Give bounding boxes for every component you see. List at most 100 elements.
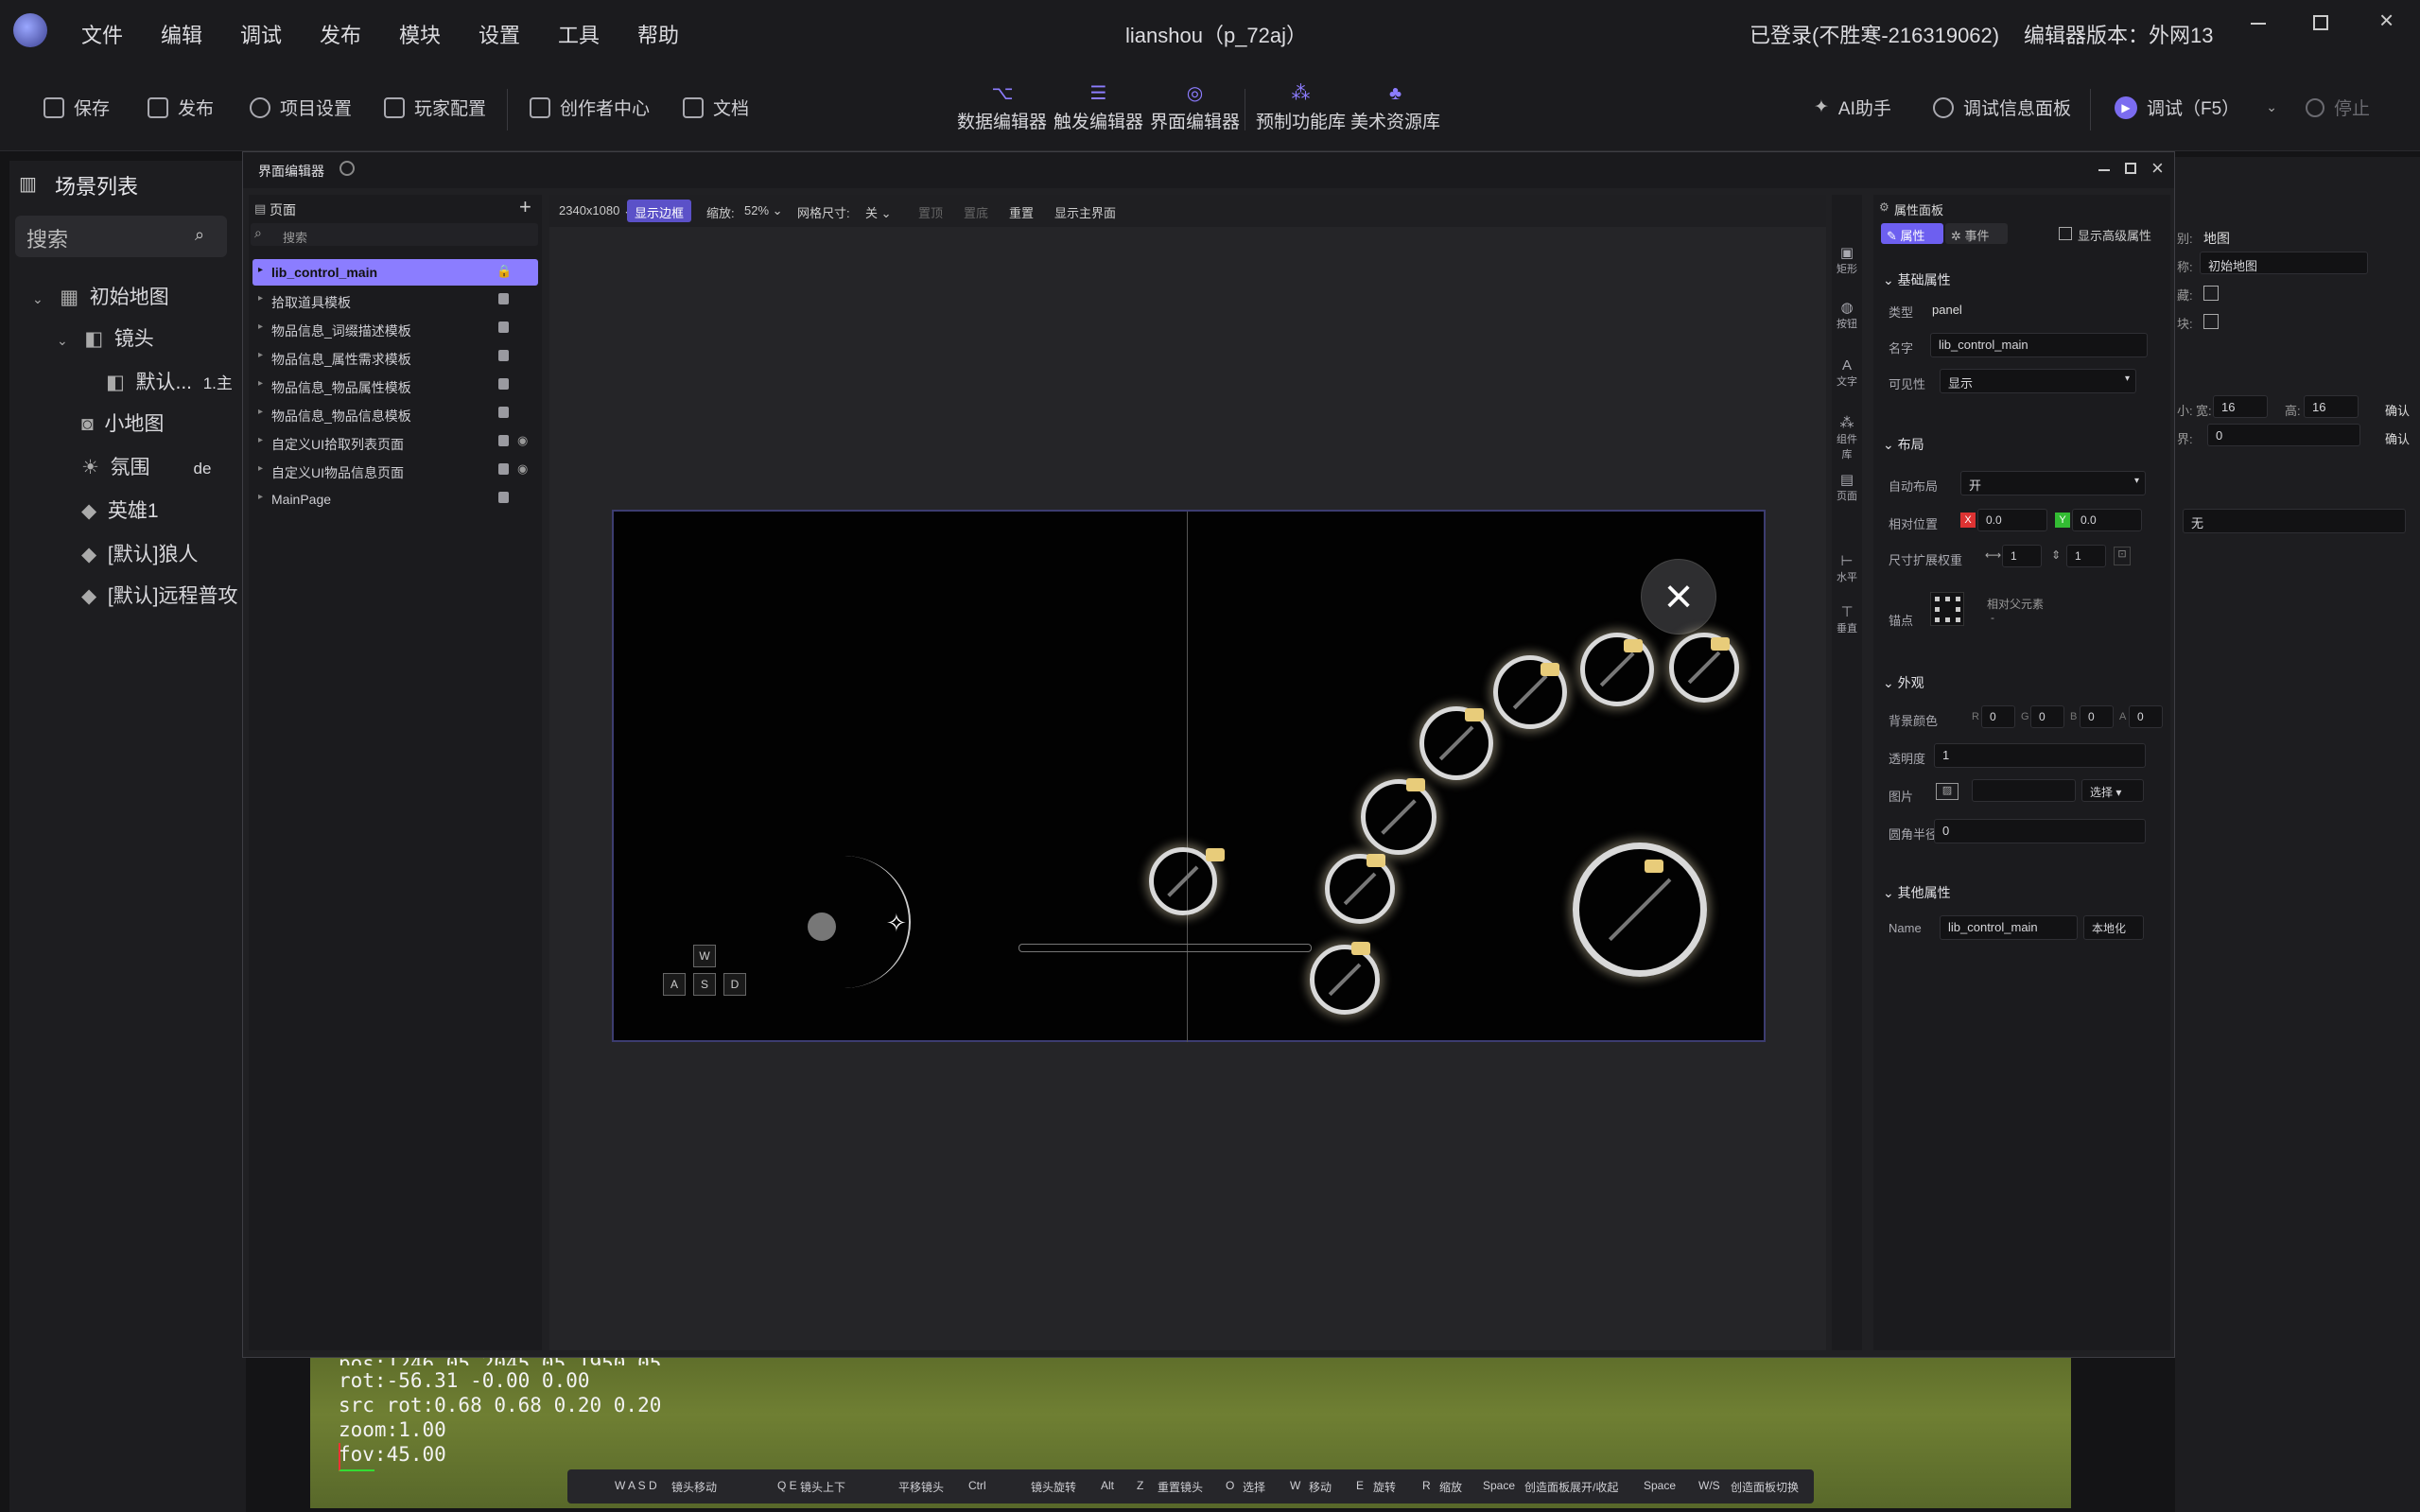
close-icon[interactable]: × <box>2379 6 2394 35</box>
art-lib-button[interactable]: ♣ 美术资源库 <box>1350 83 1440 133</box>
resolution-select[interactable]: 2340x1080 ⌄ <box>559 203 634 218</box>
auto-layout-select[interactable]: 开 ▾ <box>1960 471 2146 495</box>
page-item[interactable]: ▸ 自定义UI拾取列表页面 ◉ <box>252 429 538 456</box>
weight-w-input[interactable]: 1 <box>2002 545 2042 567</box>
page-item[interactable]: ▸ 自定义UI物品信息页面 ◉ <box>252 458 538 484</box>
attack-button[interactable] <box>1573 843 1707 977</box>
page-item[interactable]: ▸ 物品信息_属性需求模板 <box>252 344 538 371</box>
eye-icon[interactable]: ◉ <box>517 461 528 477</box>
menu-module[interactable]: 模块 <box>399 19 441 49</box>
page-widget-button[interactable]: ▤ 页面 <box>1832 471 1862 503</box>
player-config-button[interactable]: 玩家配置 <box>384 95 486 120</box>
creator-center-button[interactable]: 创作者中心 <box>530 95 650 120</box>
skill-slot[interactable] <box>1580 633 1654 706</box>
tree-item-minimap[interactable]: ◙ 小地图 <box>81 408 164 437</box>
tree-item-initial-map[interactable]: ⌄ ▦ 初始地图 <box>32 282 169 310</box>
bring-top-button[interactable]: 置顶 <box>918 203 943 221</box>
save-button[interactable]: 保存 <box>44 95 110 120</box>
lock-icon[interactable] <box>498 435 509 446</box>
add-page-icon[interactable]: + <box>519 195 531 219</box>
select-none[interactable]: 无 <box>2183 509 2406 533</box>
maximize-icon[interactable] <box>2313 15 2328 30</box>
align-horizontal-button[interactable]: ⊢ 水平 <box>1832 552 1862 584</box>
page-item[interactable]: ▸ 物品信息_物品信息模板 <box>252 401 538 427</box>
send-bottom-button[interactable]: 置底 <box>964 203 988 221</box>
reset-button[interactable]: 重置 <box>1009 203 1034 221</box>
align-vertical-button[interactable]: ⊤ 垂直 <box>1832 603 1862 635</box>
chevron-right-icon[interactable]: ▸ <box>258 350 263 360</box>
hidden-checkbox[interactable] <box>2203 286 2219 301</box>
menu-settings[interactable]: 设置 <box>479 19 520 49</box>
minimize-icon[interactable] <box>2098 169 2110 171</box>
map-name-input[interactable]: 初始地图 <box>2200 252 2368 274</box>
dialog-titlebar[interactable]: 界面编辑器 × <box>243 152 2174 188</box>
page-item[interactable]: ▸ 拾取道具模板 <box>252 287 538 314</box>
scene-search-input[interactable]: 搜索 ⌕ <box>15 216 227 257</box>
button-widget-button[interactable]: ◍ 按钮 <box>1832 299 1862 331</box>
opacity-input[interactable]: 1 <box>1934 743 2146 768</box>
debug-run-button[interactable]: ▶ 调试（F5） ⌄ <box>2115 95 2277 120</box>
publish-button[interactable]: 发布 <box>148 95 214 120</box>
b-input[interactable]: 0 <box>2080 705 2114 728</box>
visibility-select[interactable]: 显示 ▾ <box>1940 369 2136 393</box>
page-item[interactable]: ▸ 物品信息_物品属性模板 <box>252 373 538 399</box>
pos-y-input[interactable]: 0.0 <box>2072 509 2142 531</box>
lock-ratio-icon[interactable]: ⊡ <box>2114 547 2131 565</box>
lock-icon[interactable] <box>498 293 509 304</box>
maximize-icon[interactable] <box>2125 163 2136 174</box>
section-other[interactable]: ⌄ 其他属性 <box>1883 883 1951 902</box>
tree-item-default-camera[interactable]: ◧ 默认... 1.主 <box>106 367 233 395</box>
pos-x-input[interactable]: 0.0 <box>1977 509 2047 531</box>
ui-editor-button[interactable]: ◎ 界面编辑器 <box>1150 83 1240 133</box>
a-input[interactable]: 0 <box>2129 705 2163 728</box>
eye-icon[interactable]: ◉ <box>517 433 528 448</box>
localize-button[interactable]: 本地化 <box>2083 915 2144 940</box>
lock-icon[interactable] <box>498 463 509 475</box>
search-icon[interactable]: ⌕ <box>195 225 204 245</box>
lock-icon[interactable] <box>498 492 509 503</box>
debug-panel-button[interactable]: 调试信息面板 <box>1933 95 2071 120</box>
chevron-down-icon[interactable]: ⌄ <box>2266 99 2277 115</box>
page-item[interactable]: ▸ 物品信息_词缀描述模板 <box>252 316 538 342</box>
docs-button[interactable]: 文档 <box>683 95 749 120</box>
rect-widget-button[interactable]: ▣ 矩形 <box>1832 244 1862 276</box>
tab-properties[interactable]: ✎ 属性 <box>1881 223 1943 244</box>
skill-slot[interactable] <box>1310 945 1380 1015</box>
menu-help[interactable]: 帮助 <box>637 19 679 49</box>
help-icon[interactable] <box>339 161 355 176</box>
canvas-area[interactable]: 2340x1080 ⌄ 显示边框 缩放: 52% ⌄ 网格尺寸: 关 ⌄ 置顶 … <box>549 195 1826 1350</box>
lock-icon[interactable] <box>498 378 509 390</box>
height-input[interactable]: 16 <box>2304 395 2359 418</box>
width-input[interactable]: 16 <box>2213 395 2268 418</box>
chevron-right-icon[interactable]: ▸ <box>258 322 263 332</box>
chevron-right-icon[interactable]: ▸ <box>258 265 263 275</box>
joystick-knob[interactable] <box>808 912 836 941</box>
chevron-right-icon[interactable]: ▸ <box>258 378 263 389</box>
text-widget-button[interactable]: A 文字 <box>1832 357 1862 389</box>
weight-h-input[interactable]: 1 <box>2066 545 2106 567</box>
grid-select[interactable]: 关 ⌄ <box>865 203 892 221</box>
skill-slot[interactable] <box>1361 779 1436 855</box>
tree-item-camera[interactable]: ⌄ ◧ 镜头 <box>57 323 154 352</box>
chevron-right-icon[interactable]: ▸ <box>258 293 263 304</box>
lock-icon[interactable] <box>498 350 509 361</box>
show-border-toggle[interactable]: 显示边框 <box>627 200 692 222</box>
chevron-right-icon[interactable]: ▸ <box>258 435 263 445</box>
r-input[interactable]: 0 <box>1981 705 2015 728</box>
project-settings-button[interactable]: 项目设置 <box>250 95 352 120</box>
lock-icon[interactable] <box>498 407 509 418</box>
section-appearance[interactable]: ⌄ 外观 <box>1883 673 1924 692</box>
section-layout[interactable]: ⌄ 布局 <box>1883 435 1924 454</box>
radius-input[interactable]: 0 <box>1934 819 2146 843</box>
menu-tools[interactable]: 工具 <box>558 19 600 49</box>
chevron-down-icon[interactable]: ⌄ <box>57 333 68 348</box>
close-button-widget[interactable]: × <box>1641 559 1716 634</box>
chevron-down-icon[interactable]: ⌄ <box>32 291 44 306</box>
close-icon[interactable]: × <box>2151 156 2164 181</box>
show-main-button[interactable]: 显示主界面 <box>1054 203 1116 221</box>
section-basic[interactable]: ⌄ 基础属性 <box>1883 270 1951 289</box>
confirm-button[interactable]: 确认 <box>2385 429 2410 447</box>
menu-debug[interactable]: 调试 <box>240 19 282 49</box>
block-checkbox[interactable] <box>2203 314 2219 329</box>
minimize-icon[interactable] <box>2251 23 2266 25</box>
